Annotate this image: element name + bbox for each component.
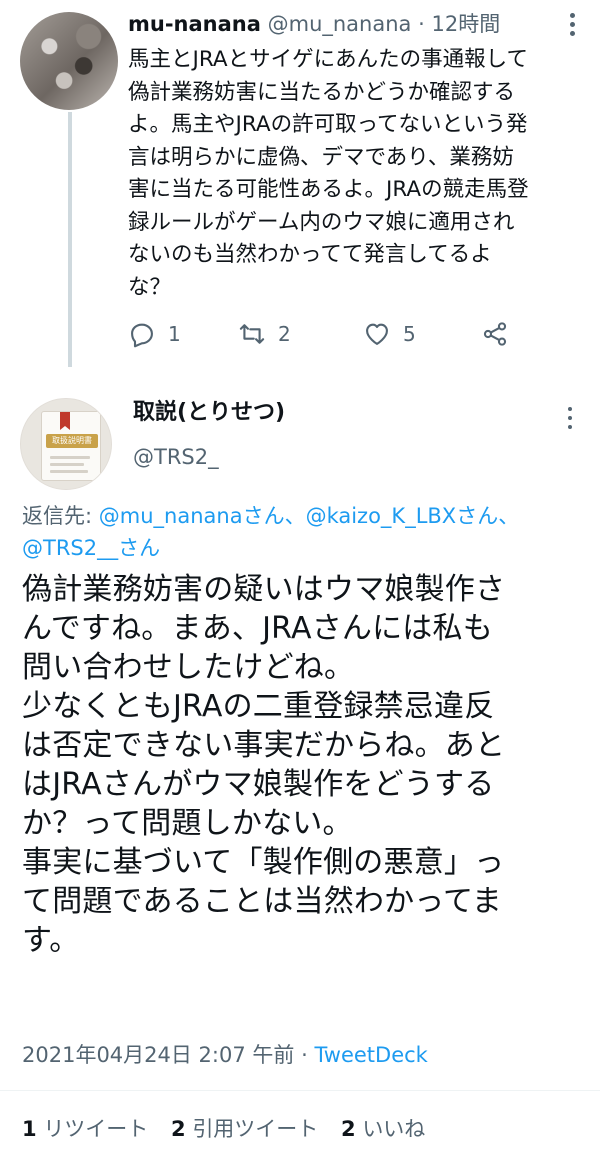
avatar[interactable] — [20, 12, 118, 110]
quotes-label: 引用ツイート — [192, 1117, 319, 1141]
replying-to-label: 返信先: — [22, 504, 99, 528]
retweets-stat[interactable]: 1 リツイート — [22, 1117, 148, 1141]
tweet-timestamp[interactable]: 2021年04月24日 2:07 午前 — [22, 1043, 294, 1067]
quotes-count: 2 — [171, 1117, 186, 1141]
more-options-icon[interactable] — [560, 10, 584, 40]
avatar[interactable]: 取扱説明書 — [20, 398, 112, 490]
tweet-time[interactable]: 12時間 — [431, 12, 500, 36]
reply-icon — [131, 323, 153, 348]
author-handle[interactable]: @TRS2_ — [133, 442, 219, 472]
share-icon — [483, 322, 507, 346]
retweet-count: 2 — [278, 322, 291, 346]
tweet-stats: 1 リツイート 2 引用ツイート 2 いいね — [22, 1114, 441, 1144]
separator-dot: · — [418, 12, 425, 36]
tweet-source-link[interactable]: TweetDeck — [314, 1043, 427, 1067]
avatar-label: 取扱説明書 — [46, 434, 98, 448]
heart-icon — [366, 323, 388, 345]
reply-button[interactable]: 1 — [128, 316, 181, 352]
more-options-icon[interactable] — [560, 404, 580, 434]
parent-tweet[interactable]: mu-nanana @mu_nanana · 12時間 馬主とJRAとサイゲにあ… — [0, 0, 600, 380]
likes-stat[interactable]: 2 いいね — [341, 1117, 425, 1141]
quotes-stat[interactable]: 2 引用ツイート — [171, 1117, 318, 1141]
like-count: 5 — [403, 322, 416, 346]
likes-label: いいね — [362, 1117, 426, 1141]
share-button[interactable] — [481, 316, 509, 352]
book-logo-icon: 取扱説明書 — [41, 411, 101, 481]
retweets-label: リツイート — [43, 1117, 149, 1141]
reply-count: 1 — [168, 322, 181, 346]
retweet-button[interactable]: 2 — [238, 316, 291, 352]
author-name[interactable]: mu-nanana — [128, 12, 261, 36]
tweet-text: 馬主とJRAとサイゲにあんたの事通報して 偽計業務妨害に当たるかどうか確認する … — [128, 47, 529, 300]
replying-to: 返信先: @mu_nananaさん、@kaizo_K_LBXさん、 @TRS2_… — [22, 500, 582, 564]
tweet-text: 偽計業務妨害の疑いはウマ娘製作さ んですね。まあ、JRAさんには私も 問い合わせ… — [22, 572, 506, 958]
tweet-meta: 2021年04月24日 2:07 午前 · TweetDeck — [22, 1040, 428, 1070]
retweet-icon — [239, 324, 265, 344]
retweets-count: 1 — [22, 1117, 37, 1141]
author-handle[interactable]: @mu_nanana — [268, 12, 412, 36]
separator-dot: · — [294, 1043, 315, 1067]
author-name[interactable]: 取説(とりせつ) — [133, 398, 285, 428]
likes-count: 2 — [341, 1117, 356, 1141]
tweet-actions: 1 2 5 — [128, 316, 568, 352]
like-button[interactable]: 5 — [363, 316, 416, 352]
tweet-header: mu-nanana @mu_nanana · 12時間 — [128, 8, 500, 40]
divider — [0, 1090, 600, 1091]
